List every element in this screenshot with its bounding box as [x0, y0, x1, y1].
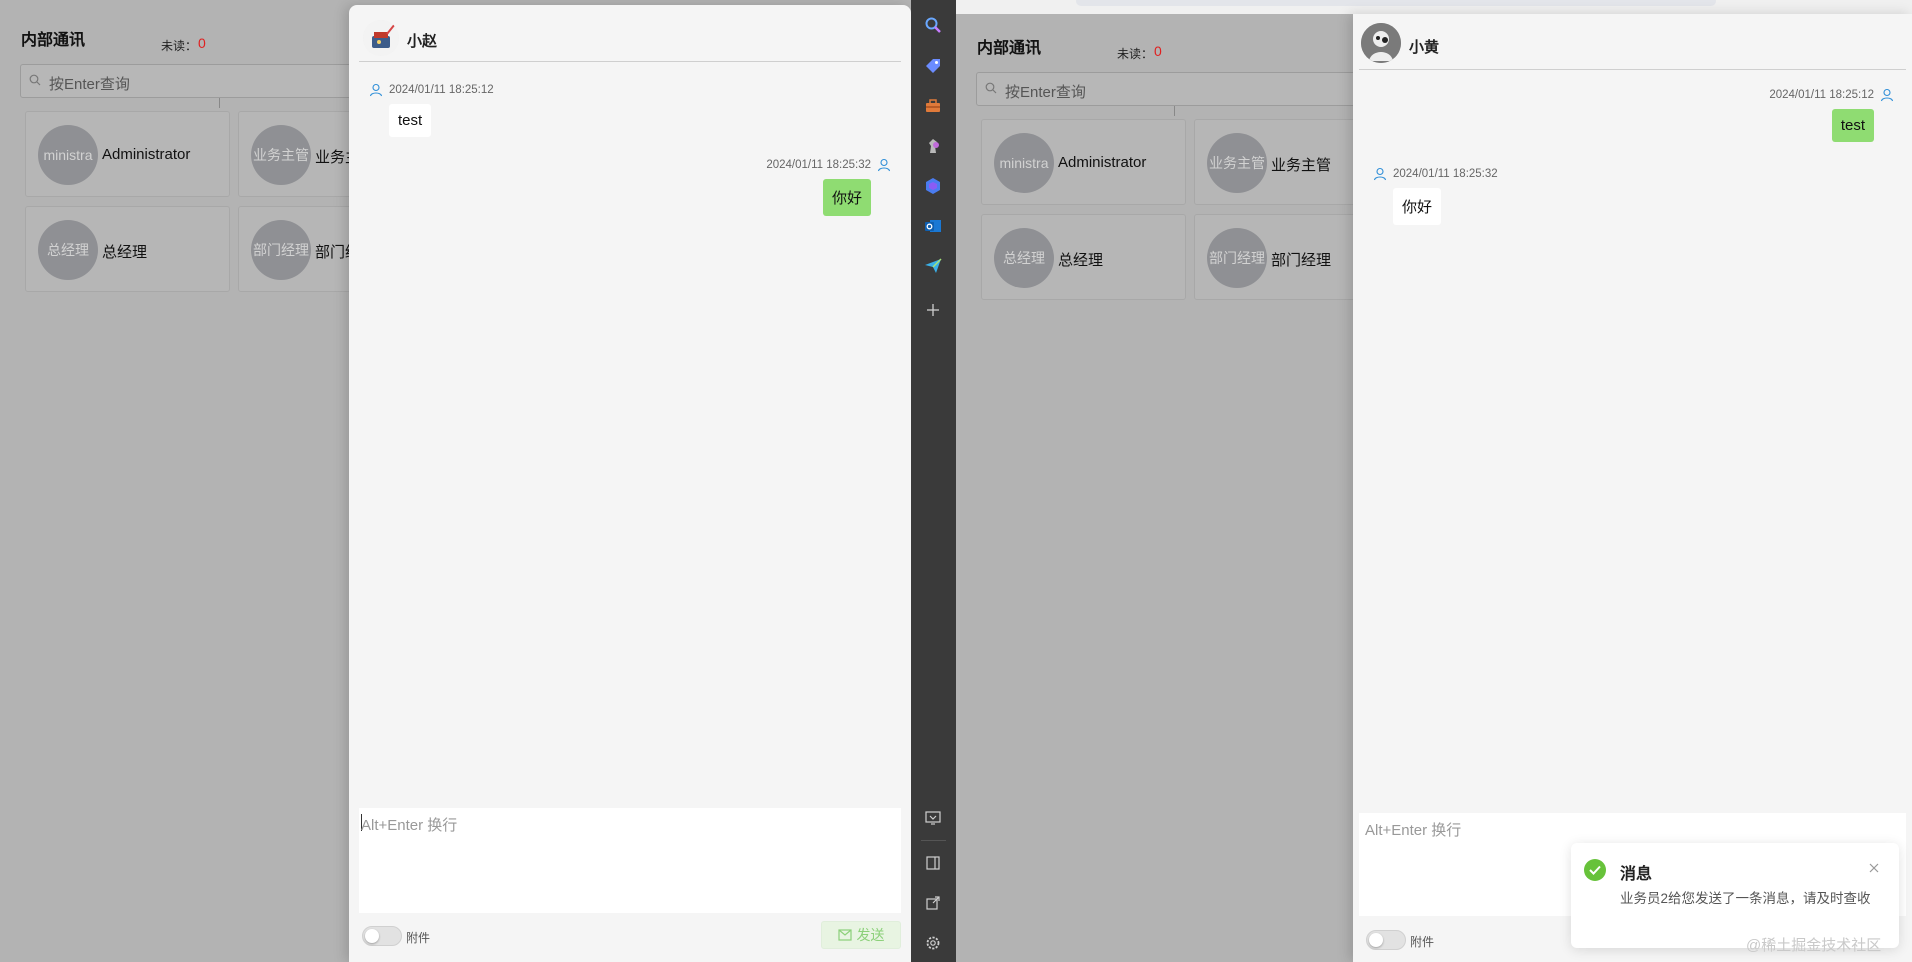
contacts-title: 内部通讯: [977, 40, 1042, 57]
outlook-icon[interactable]: [923, 216, 943, 236]
contact-name: 部门经理: [1271, 252, 1332, 269]
avatar: 总经理: [38, 220, 98, 280]
message-time: 2024/01/11 18:25:32: [766, 159, 871, 171]
contact-card-administrator[interactable]: ministra Administrator: [981, 119, 1186, 205]
message-time: 2024/01/11 18:25:12: [389, 84, 494, 96]
watermark: @稀土掘金技术社区: [1746, 937, 1882, 954]
input-placeholder: Alt+Enter 换行: [361, 817, 458, 834]
toolbar-divider: [921, 840, 946, 841]
browser-top-strip: [956, 0, 1912, 14]
toggle-knob: [365, 929, 379, 943]
search-icon: [29, 74, 41, 86]
add-icon[interactable]: [923, 300, 943, 320]
notification-body: 业务员2给您发送了一条消息，请及时查收: [1620, 891, 1871, 906]
chat-drawer-left: 小赵 2024/01/11 18:25:12 test 2024/01/11 1…: [349, 5, 911, 962]
avatar: [1361, 23, 1401, 63]
user-icon: [369, 83, 383, 97]
divider: [219, 98, 220, 108]
unread-label: 未读：: [1117, 47, 1154, 61]
unread-count: 0: [1154, 43, 1162, 59]
message-bubble: test: [389, 104, 432, 137]
search-placeholder: 按Enter查询: [1005, 84, 1086, 101]
panel-icon[interactable]: [923, 853, 943, 873]
contact-avatar-icon: [363, 20, 399, 56]
chat-contact-name: 小黄: [1409, 39, 1440, 56]
message-time: 2024/01/11 18:25:32: [1393, 168, 1498, 180]
search-icon[interactable]: [923, 15, 943, 35]
contact-avatar-icon: [1361, 23, 1401, 63]
contact-name: 总经理: [102, 244, 148, 261]
notification-toast: 消息 业务员2给您发送了一条消息，请及时查收: [1571, 843, 1899, 948]
settings-icon[interactable]: [923, 933, 943, 953]
unread-label: 未读：: [161, 39, 198, 53]
avatar: 业务主管: [251, 125, 311, 185]
mail-icon: [837, 929, 852, 941]
divider: [1174, 106, 1175, 116]
search-input[interactable]: 按Enter查询: [976, 72, 1356, 106]
search-icon: [985, 82, 997, 94]
input-placeholder: Alt+Enter 换行: [1365, 822, 1462, 839]
user-icon: [1373, 167, 1387, 181]
screenshot-icon[interactable]: [923, 808, 943, 828]
chat-header: 小赵: [359, 5, 901, 62]
address-bar: [1076, 0, 1716, 6]
chat-header: 小黄: [1359, 14, 1906, 70]
side-toolbar: [911, 0, 956, 962]
external-link-icon[interactable]: [923, 893, 943, 913]
chat-drawer-right: 小黄 2024/01/11 18:25:12 test 2024/01/11 1…: [1353, 14, 1912, 962]
send-label: 发送: [856, 927, 885, 943]
contact-name: Administrator: [102, 146, 191, 163]
attachment-toggle[interactable]: [362, 926, 402, 946]
search-placeholder: 按Enter查询: [49, 76, 130, 93]
avatar: 业务主管: [1207, 133, 1267, 193]
user-icon: [1880, 88, 1894, 102]
search-input[interactable]: 按Enter查询: [20, 64, 360, 98]
contacts-title: 内部通讯: [21, 32, 86, 49]
send-button[interactable]: 发送: [821, 921, 901, 949]
avatar: ministra: [38, 125, 98, 185]
unread-count: 0: [198, 35, 206, 51]
message-input[interactable]: Alt+Enter 换行: [359, 808, 901, 913]
chat-contact-name: 小赵: [407, 33, 438, 50]
contact-card-administrator[interactable]: ministra Administrator: [25, 111, 230, 197]
avatar: [363, 20, 399, 56]
attachment-label: 附件: [1410, 935, 1435, 949]
success-check-icon: [1584, 859, 1606, 881]
message-time: 2024/01/11 18:25:12: [1769, 89, 1874, 101]
avatar: 部门经理: [1207, 228, 1267, 288]
avatar: 部门经理: [251, 220, 311, 280]
contact-card-general-manager[interactable]: 总经理 总经理: [981, 214, 1186, 300]
message-bubble: test: [1831, 109, 1874, 142]
user-icon: [877, 158, 891, 172]
contact-name: 业务主管: [1271, 157, 1332, 174]
contact-name: Administrator: [1058, 154, 1147, 171]
attachment-toggle[interactable]: [1366, 930, 1406, 950]
toolbox-icon[interactable]: [923, 96, 943, 116]
avatar: 总经理: [994, 228, 1054, 288]
message-bubble: 你好: [822, 179, 871, 216]
close-icon[interactable]: [1867, 861, 1881, 875]
tag-icon[interactable]: [923, 56, 943, 76]
contact-card-general-manager[interactable]: 总经理 总经理: [25, 206, 230, 292]
chess-icon[interactable]: [923, 136, 943, 156]
copilot-icon[interactable]: [923, 176, 943, 196]
attachment-label: 附件: [406, 931, 431, 945]
avatar: ministra: [994, 133, 1054, 193]
contact-name: 总经理: [1058, 252, 1104, 269]
toggle-knob: [1369, 933, 1383, 947]
send-icon[interactable]: [923, 256, 943, 276]
message-bubble: 你好: [1393, 188, 1442, 225]
notification-title: 消息: [1620, 866, 1653, 883]
